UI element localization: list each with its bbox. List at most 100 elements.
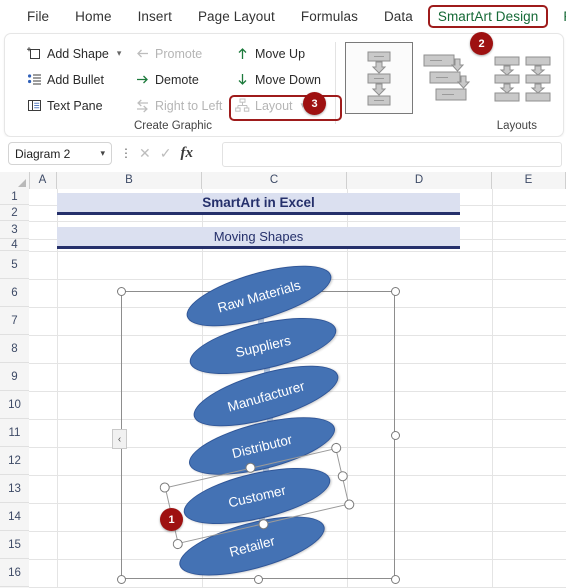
node-label: Raw Materials [215,277,303,315]
row-header-16[interactable]: 16 [0,559,29,587]
smartart-node-manufacturer[interactable]: Manufacturer [187,353,345,439]
name-box-value: Diagram 2 [15,146,71,161]
add-bullet-button[interactable]: Add Bullet [27,72,104,87]
right-to-left-label: Right to Left [155,98,223,113]
grid-line-horizontal [29,391,566,392]
grid-line-horizontal [29,221,566,222]
worksheet-grid: ABCDE 1 2 3 4 5 6 7 8 9 10 11 12 13 14 15 16 SmartArt i… [0,172,566,588]
add-shape-button[interactable]: Add Shape ▾ [27,46,121,61]
smartart-handle-nw[interactable] [116,286,126,296]
smartart-handle-e[interactable] [390,430,400,440]
grid-line-horizontal [29,335,566,336]
shape-handle-se[interactable] [343,498,356,511]
smartart-text-pane-toggle[interactable]: ‹ [112,429,127,449]
layouts-group-label: Layouts [496,120,537,132]
row-header-6[interactable]: 6 [0,279,29,307]
move-down-arrow-icon [235,72,250,87]
layout-thumb-grid-process[interactable] [489,42,557,114]
grid-line-horizontal [29,559,566,560]
grid-line-horizontal [29,475,566,476]
formula-bar-options-icon[interactable]: ⋮ [120,147,132,159]
grid-line-vertical [492,189,493,588]
row-header-10[interactable]: 10 [0,391,29,419]
demote-button[interactable]: Demote [135,72,199,87]
row-header-14[interactable]: 14 [0,503,29,531]
column-header-C[interactable]: C [202,172,347,189]
node-label: Retailer [227,532,277,560]
ribbon-tab-page-layout[interactable]: Page Layout [185,5,288,28]
move-up-button[interactable]: Move Up [235,46,305,61]
node-label: Manufacturer [225,377,307,415]
layout-thumb-vertical-process[interactable] [345,42,413,114]
chevron-down-icon[interactable]: ▾ [117,48,122,59]
ribbon-tab-formulas[interactable]: Formulas [288,5,371,28]
row-header-3[interactable]: 3 [0,221,29,239]
text-pane-button[interactable]: Text Pane [27,98,103,113]
row-header-15[interactable]: 15 [0,531,29,559]
add-shape-label: Add Shape [47,46,109,61]
grid-line-horizontal [29,307,566,308]
formula-bar: Diagram 2 ▾ ⋮ ✕ ✓ fx [0,137,566,171]
promote-label: Promote [155,46,203,61]
shape-handle-n[interactable] [244,461,257,474]
chevron-down-icon[interactable]: ▾ [100,148,105,159]
column-header-B[interactable]: B [57,172,202,189]
row-header-11[interactable]: 11 [0,419,29,447]
enter-icon[interactable]: ✓ [160,145,172,162]
ribbon-tab-data[interactable]: Data [371,5,426,28]
grid-line-horizontal [29,363,566,364]
column-header-A[interactable]: A [29,172,57,189]
row-header-9[interactable]: 9 [0,363,29,391]
title-banner-secondary: Moving Shapes [57,227,460,249]
move-down-label: Move Down [255,72,321,87]
row-header-1[interactable]: 1 [0,189,29,205]
smartart-node-retailer[interactable]: Retailer [173,504,331,588]
row-header-13[interactable]: 13 [0,475,29,503]
right-to-left-button: Right to Left [135,98,222,113]
row-header-12[interactable]: 12 [0,447,29,475]
move-down-button[interactable]: Move Down [235,72,321,87]
ribbon-tab-file[interactable]: File [14,5,62,28]
row-header-2[interactable]: 2 [0,205,29,221]
ribbon-tab-home[interactable]: Home [62,5,124,28]
selected-shape-handles[interactable] [158,441,356,551]
row-header-7[interactable]: 7 [0,307,29,335]
row-header-8[interactable]: 8 [0,335,29,363]
row-header-5[interactable]: 5 [0,251,29,279]
smartart-handle-s[interactable] [253,574,263,584]
ribbon-group-layouts: Layouts [341,36,559,134]
demote-label: Demote [155,72,199,87]
smartart-handle-n[interactable] [253,286,263,296]
smartart-handle-sw[interactable] [116,574,126,584]
cancel-icon[interactable]: ✕ [139,145,151,162]
smartart-handle-ne[interactable] [390,286,400,296]
row-header-4[interactable]: 4 [0,239,29,251]
select-all-corner[interactable] [0,172,30,189]
move-up-label: Move Up [255,46,306,61]
grid-line-horizontal [29,251,566,252]
grid-line-horizontal [29,279,566,280]
create-graphic-group-label: Create Graphic [134,120,212,132]
cell-area[interactable]: SmartArt in Excel Moving Shapes ‹ Raw Ma… [29,189,566,588]
smartart-handle-se[interactable] [390,574,400,584]
shape-handle-s[interactable] [257,518,270,531]
ribbon-tab-smartart-design[interactable]: SmartArt Design [427,5,549,28]
smartart-node-raw-materials[interactable]: Raw Materials [180,253,338,339]
layouts-gallery[interactable] [345,42,557,114]
right-to-left-icon [135,98,150,113]
formula-input[interactable] [222,142,562,167]
smartart-node-suppliers[interactable]: Suppliers [184,306,342,386]
ribbon-tab-insert[interactable]: Insert [125,5,185,28]
add-bullet-label: Add Bullet [47,72,104,87]
column-header-E[interactable]: E [492,172,566,189]
connector-arrow-4 [259,467,273,489]
shape-handle-nw[interactable] [158,481,171,494]
shape-handle-sw[interactable] [171,538,184,551]
name-box[interactable]: Diagram 2 ▾ [8,142,112,165]
insert-function-icon[interactable]: fx [180,145,193,162]
smartart-handle-w[interactable] [116,430,126,440]
column-header-D[interactable]: D [347,172,492,189]
title-banner-primary: SmartArt in Excel [57,193,460,215]
node-label: Distributor [230,431,294,461]
ribbon-tab-format[interactable]: Format [550,5,566,28]
